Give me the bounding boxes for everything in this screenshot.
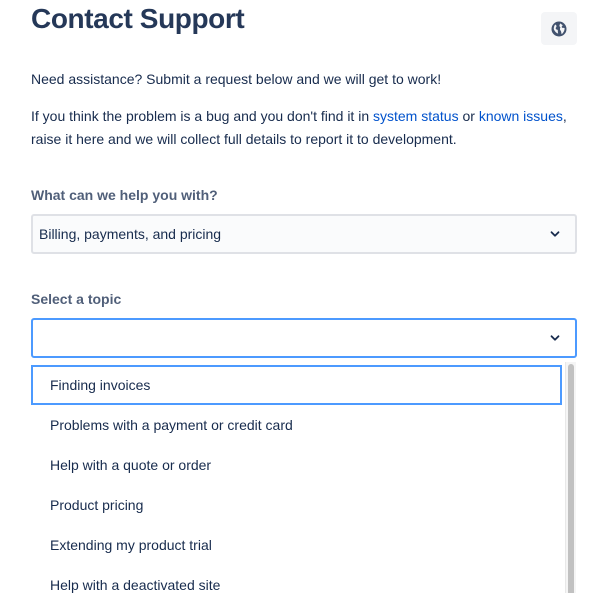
intro-text: Need assistance? Submit a request below … <box>31 71 442 87</box>
contact-support-page: Contact Support Need assistance? Submit … <box>0 0 604 593</box>
known-issues-link[interactable]: known issues <box>479 108 563 124</box>
topic-option[interactable]: Help with a deactivated site <box>31 565 562 593</box>
dropdown-scrollbar[interactable] <box>565 362 576 593</box>
chevron-down-icon <box>550 231 560 237</box>
help-category-select[interactable]: Billing, payments, and pricing <box>31 214 577 254</box>
topic-option[interactable]: Problems with a payment or credit card <box>31 405 562 445</box>
page-title: Contact Support <box>31 3 245 34</box>
help-field-label: What can we help you with? <box>31 187 218 203</box>
system-status-link[interactable]: system status <box>373 108 459 124</box>
globe-icon <box>551 21 567 36</box>
topic-option[interactable]: Help with a quote or order <box>31 445 562 485</box>
topic-option[interactable]: Finding invoices <box>31 365 562 405</box>
topic-select[interactable] <box>31 318 577 358</box>
scrollbar-thumb[interactable] <box>568 364 574 593</box>
bug-notice-before: If you think the problem is a bug and yo… <box>31 108 373 124</box>
topic-dropdown-menu: Finding invoices Problems with a payment… <box>31 362 577 593</box>
help-category-value: Billing, payments, and pricing <box>39 226 222 242</box>
bug-notice-between: or <box>458 108 479 124</box>
topic-field-label: Select a topic <box>31 291 122 307</box>
language-button[interactable] <box>541 12 577 45</box>
chevron-down-icon <box>550 335 560 341</box>
topic-option[interactable]: Product pricing <box>31 485 562 525</box>
bug-notice: If you think the problem is a bug and yo… <box>31 105 576 151</box>
topic-option[interactable]: Extending my product trial <box>31 525 562 565</box>
